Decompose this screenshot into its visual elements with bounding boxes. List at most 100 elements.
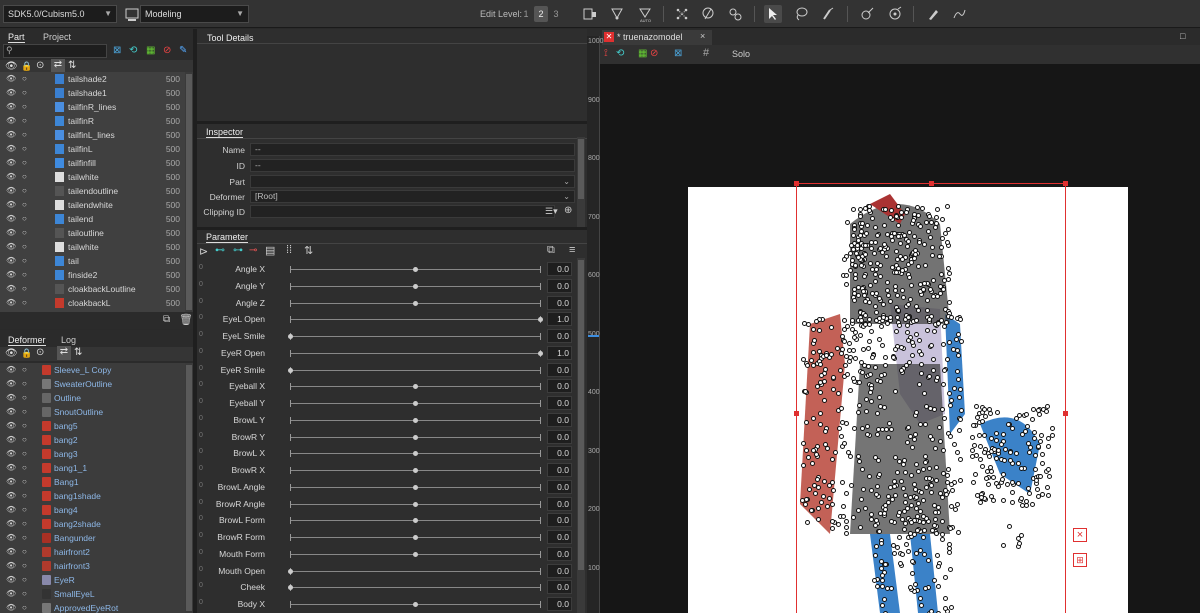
eye-icon[interactable]: 👁: [6, 102, 16, 111]
rotation-tool-icon[interactable]: [886, 5, 904, 23]
lock-circle-icon[interactable]: ○: [22, 284, 27, 293]
parameter-value-field[interactable]: 0.0: [547, 295, 572, 310]
lock-icon[interactable]: 🔒: [21, 61, 32, 72]
lock-circle-icon[interactable]: ○: [22, 519, 27, 528]
maximize-icon[interactable]: □: [1180, 31, 1185, 41]
parameter-row[interactable]: 0 Eyeball X 0.0: [197, 378, 577, 394]
eye-icon[interactable]: 👁: [6, 88, 16, 97]
menu-icon[interactable]: ≡: [569, 244, 575, 256]
parameter-row[interactable]: 0 BrowR X 0.0: [197, 462, 577, 478]
parameter-value-field[interactable]: 1.0: [547, 345, 572, 360]
deformer-lock-icon[interactable]: [581, 5, 599, 23]
parameter-row[interactable]: 0 BrowR Form 0.0: [197, 529, 577, 545]
lock-circle-icon[interactable]: ○: [22, 449, 27, 458]
parameter-slider-knob[interactable]: [413, 518, 418, 524]
parameter-row[interactable]: 0 Angle Z 0.0: [197, 295, 577, 311]
parameter-row[interactable]: 0 Cheek 0.0: [197, 579, 577, 595]
add-key-icon[interactable]: ⊶: [233, 245, 243, 256]
mesh-icon[interactable]: ⊠: [113, 45, 121, 56]
eye-icon[interactable]: 👁: [6, 421, 16, 430]
parameter-slider-track[interactable]: [290, 369, 540, 371]
part-row[interactable]: 👁 ○ tail 500: [0, 254, 193, 268]
lock-circle-icon[interactable]: ○: [22, 200, 27, 209]
lock-circle-icon[interactable]: ○: [22, 242, 27, 251]
lock-order-icon[interactable]: ⇅: [68, 60, 76, 71]
parameter-slider-knob[interactable]: [538, 350, 543, 356]
eye-icon[interactable]: 👁: [5, 348, 18, 359]
delete-circle-icon[interactable]: ⊘: [650, 48, 658, 59]
deformer-row[interactable]: 👁 ○ bang2shade: [0, 517, 193, 531]
parameter-scroll-thumb[interactable]: [578, 260, 584, 570]
viewport-tab[interactable]: ✕ * truenazomodel ×: [602, 30, 712, 45]
deformer-row[interactable]: 👁 ○ bang1_1: [0, 461, 193, 475]
lock-circle-icon[interactable]: ○: [22, 270, 27, 279]
part-row[interactable]: 👁 ○ tailshade2 500: [0, 72, 193, 86]
part-row[interactable]: 👁 ○ tailend 500: [0, 212, 193, 226]
lock-circle-icon[interactable]: ○: [22, 603, 27, 612]
deformer-row[interactable]: 👁 ○ bang5: [0, 419, 193, 433]
eye-icon[interactable]: 👁: [6, 547, 16, 556]
parameter-value-field[interactable]: 0.0: [547, 463, 572, 477]
parameter-value-field[interactable]: 0.0: [547, 412, 572, 427]
eye-icon[interactable]: 👁: [6, 200, 16, 209]
eye-icon[interactable]: 👁: [6, 144, 16, 153]
eye-icon[interactable]: 👁: [6, 589, 16, 598]
play-icon[interactable]: ⊳: [199, 245, 208, 258]
eye-icon[interactable]: 👁: [6, 491, 16, 500]
eye-icon[interactable]: 👁: [5, 61, 18, 72]
remove-key-icon[interactable]: ⊸: [249, 245, 257, 256]
trash-icon[interactable]: 🗑: [179, 313, 193, 326]
deformer-select[interactable]: [Root] ⌄: [250, 190, 575, 203]
parameter-row[interactable]: 0 EyeL Smile 0.0: [197, 328, 577, 344]
tab-deformer[interactable]: Deformer: [8, 334, 46, 346]
tab-log[interactable]: Log: [61, 334, 76, 346]
deformer-row[interactable]: 👁 ○ Outline: [0, 391, 193, 405]
parameter-slider-knob[interactable]: [538, 317, 543, 323]
eye-icon[interactable]: 👁: [6, 463, 16, 472]
parameter-value-field[interactable]: 0.0: [547, 496, 572, 511]
eye-icon[interactable]: 👁: [6, 256, 16, 265]
part-select[interactable]: ⌄: [250, 175, 575, 188]
eye-icon[interactable]: 👁: [6, 74, 16, 83]
parameter-slider-knob[interactable]: [288, 334, 293, 339]
parameter-slider-knob[interactable]: [288, 367, 293, 373]
glue-tool-icon[interactable]: [726, 5, 744, 23]
tab-inspector[interactable]: Inspector: [206, 126, 244, 138]
parameter-slider-knob[interactable]: [413, 468, 418, 473]
parameter-value-field[interactable]: 0.0: [547, 396, 572, 410]
eye-icon[interactable]: 👁: [6, 561, 16, 570]
pin-tool-icon[interactable]: [699, 5, 717, 23]
sdk-version-select[interactable]: SDK5.0/Cubism5.0 ▼: [3, 5, 117, 23]
id-field[interactable]: --: [250, 159, 575, 172]
parameter-value-field[interactable]: 0.0: [547, 262, 572, 276]
eye-icon[interactable]: 👁: [6, 477, 16, 486]
parameter-value-field[interactable]: 0.0: [547, 513, 572, 528]
parameter-value-field[interactable]: 0.0: [547, 278, 572, 293]
eye-icon[interactable]: 👁: [6, 130, 16, 139]
eye-icon[interactable]: 👁: [6, 379, 16, 388]
parts-scrollbar[interactable]: [185, 72, 193, 312]
lock-circle-icon[interactable]: ○: [22, 393, 27, 402]
eye-icon[interactable]: 👁: [6, 242, 16, 251]
parameter-slider-knob[interactable]: [413, 602, 418, 607]
eye-icon[interactable]: 👁: [6, 228, 16, 237]
eye-icon[interactable]: 👁: [6, 449, 16, 458]
inspector-scroll-thumb[interactable]: [578, 139, 584, 199]
eye-icon[interactable]: 👁: [6, 519, 16, 528]
parameter-row[interactable]: 0 Eyeball Y 0.0: [197, 395, 577, 411]
deformer-row[interactable]: 👁 ○ SweaterOutline: [0, 377, 193, 391]
part-row[interactable]: 👁 ○ tailfinR_lines 500: [0, 100, 193, 114]
lock-circle-icon[interactable]: ○: [22, 435, 27, 444]
lock-circle-icon[interactable]: ○: [22, 298, 27, 307]
lock-circle-icon[interactable]: ○: [22, 407, 27, 416]
eye-icon[interactable]: 👁: [6, 298, 16, 307]
eye-icon[interactable]: 👁: [6, 575, 16, 584]
copy-icon[interactable]: ⧉: [547, 244, 555, 257]
parameter-slider-knob[interactable]: [413, 300, 418, 306]
lock-circle-icon[interactable]: ○: [22, 158, 27, 167]
lock-circle-icon[interactable]: ○: [22, 88, 27, 97]
lock-circle-icon[interactable]: ○: [22, 533, 27, 542]
part-row[interactable]: 👁 ○ tailendwhite 500: [0, 198, 193, 212]
parameter-slider-knob[interactable]: [288, 585, 293, 591]
lock-icon[interactable]: 🔒: [21, 348, 32, 359]
